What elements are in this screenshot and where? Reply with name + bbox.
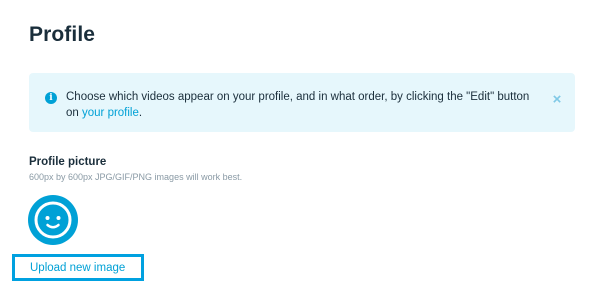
upload-new-image-button[interactable]: Upload new image [12,254,144,281]
profile-picture-label: Profile picture [29,156,107,168]
your-profile-link[interactable]: your profile [82,107,139,119]
profile-picture-hint: 600px by 600px JPG/GIF/PNG images will w… [29,172,243,182]
info-notice: i Choose which videos appear on your pro… [29,73,575,132]
profile-page: Profile i Choose which videos appear on … [0,0,600,284]
avatar [28,195,78,245]
notice-message: Choose which videos appear on your profi… [66,89,536,121]
notice-text-end: . [138,107,143,119]
page-title: Profile [29,23,96,46]
info-icon: i [45,92,57,104]
close-icon[interactable]: × [550,92,564,107]
smiley-face-icon [34,201,72,239]
